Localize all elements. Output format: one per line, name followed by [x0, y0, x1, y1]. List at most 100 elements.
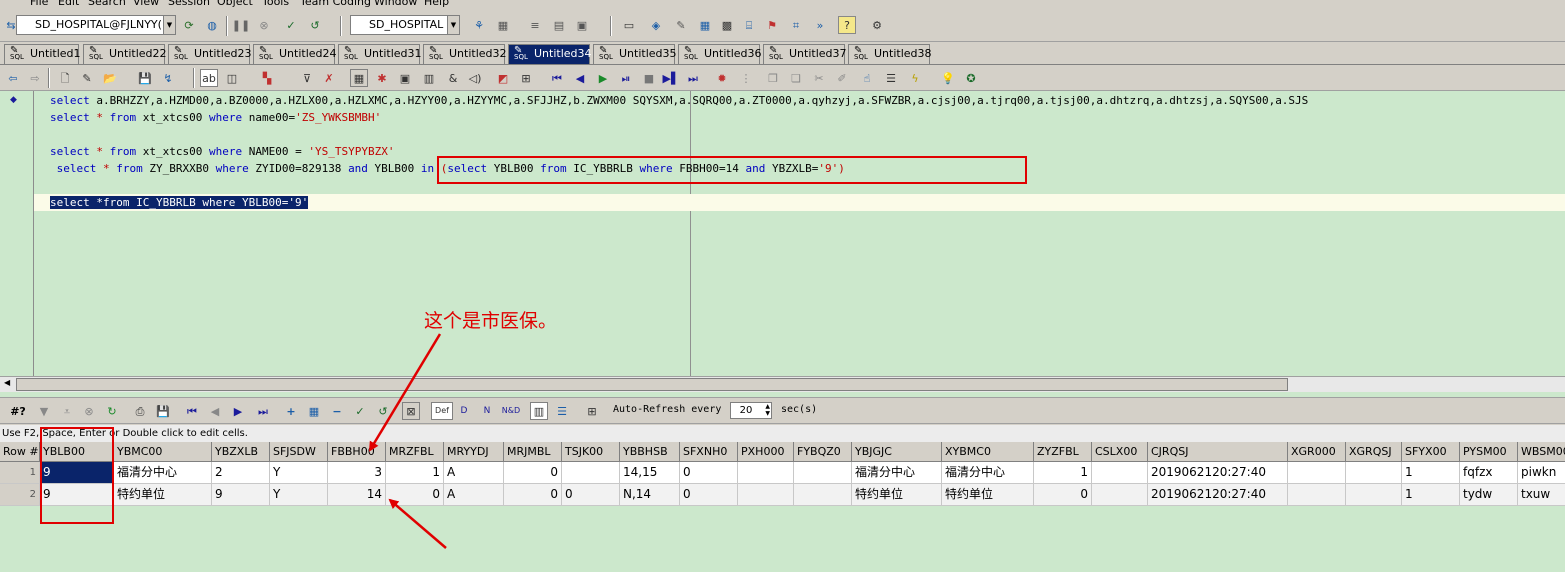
- table-icon[interactable]: ▤: [550, 16, 568, 34]
- grid-header-xybmc0[interactable]: XYBMC0: [942, 442, 1034, 462]
- chevron-down-icon[interactable]: ▼: [163, 16, 175, 34]
- grid-cell[interactable]: 特约单位: [942, 484, 1034, 506]
- pause-icon[interactable]: ❚❚: [232, 16, 250, 34]
- split-view-icon[interactable]: ◫: [223, 69, 241, 87]
- grid-cell[interactable]: 1: [1402, 462, 1460, 484]
- grid-cell[interactable]: [1092, 462, 1148, 484]
- grid-cell[interactable]: 0: [504, 484, 562, 506]
- grid-layout-icon[interactable]: ⊞: [517, 69, 535, 87]
- row-number[interactable]: 2: [0, 484, 40, 506]
- schema-browser-icon[interactable]: ◈: [647, 16, 665, 34]
- tab-untitled23[interactable]: ✎ SQL Untitled23: [168, 44, 252, 64]
- list-icon[interactable]: ☰: [882, 69, 900, 87]
- grid-cell[interactable]: Y: [270, 462, 328, 484]
- refresh-connection-icon[interactable]: ⟳: [180, 16, 198, 34]
- sound-icon[interactable]: ◁): [466, 69, 484, 87]
- tab-untitled34[interactable]: ✎ SQL Untitled34: [508, 44, 592, 64]
- grid-cell[interactable]: 2019062120:27:40: [1148, 462, 1288, 484]
- cancel-icon[interactable]: ⊗: [80, 402, 98, 420]
- network-icon[interactable]: ⚑: [763, 16, 781, 34]
- menu-help[interactable]: Help: [424, 0, 449, 8]
- output-icon[interactable]: ▥: [420, 69, 438, 87]
- grid-cell[interactable]: 0: [562, 484, 620, 506]
- first-icon[interactable]: ⏮: [548, 69, 566, 87]
- print-icon[interactable]: ⎙: [131, 402, 149, 420]
- tab-untitled37[interactable]: ✎ SQL Untitled37: [763, 44, 847, 64]
- menu-search[interactable]: Search: [88, 0, 126, 8]
- sql-icon[interactable]: ≡: [526, 16, 544, 34]
- menu-window[interactable]: Window: [374, 0, 417, 8]
- globe-icon[interactable]: ◍: [203, 16, 221, 34]
- clear-grid-icon[interactable]: ⊠: [402, 402, 420, 420]
- grid-cell[interactable]: 0: [504, 462, 562, 484]
- save-icon[interactable]: 💾: [154, 402, 172, 420]
- filter-icon[interactable]: ▼: [35, 402, 53, 420]
- schema-icon[interactable]: ⚘: [470, 16, 488, 34]
- row-number[interactable]: 1: [0, 462, 40, 484]
- sql-file-icon[interactable]: ⌸: [740, 16, 758, 34]
- grid-cell[interactable]: 福清分中心: [114, 462, 212, 484]
- last-record-icon[interactable]: ⏭: [254, 402, 272, 420]
- grid-cell[interactable]: 9: [212, 484, 270, 506]
- grid-view-icon[interactable]: ▥: [530, 402, 548, 420]
- grid-cell[interactable]: [794, 484, 852, 506]
- grid-header-pxh000[interactable]: PXH000: [738, 442, 794, 462]
- prev-icon[interactable]: ◀: [571, 69, 589, 87]
- tab-untitled1[interactable]: ✎ SQL Untitled1: [4, 44, 81, 64]
- ampersand-icon[interactable]: &: [444, 69, 462, 87]
- tab-untitled24[interactable]: ✎ SQL Untitled24: [253, 44, 337, 64]
- insert-record-icon[interactable]: +: [282, 402, 300, 420]
- next-record-icon[interactable]: ▶: [229, 402, 247, 420]
- query-builder-icon[interactable]: ▦: [494, 16, 512, 34]
- grid-cell[interactable]: fqfzx: [1460, 462, 1518, 484]
- describe-icon[interactable]: ▣: [396, 69, 414, 87]
- grid-cell[interactable]: 福清分中心: [852, 462, 942, 484]
- grid-cell[interactable]: 3: [328, 462, 386, 484]
- grid-header-ybzxlb[interactable]: YBZXLB: [212, 442, 270, 462]
- spinner-arrows-icon[interactable]: ▲ ▼: [765, 403, 770, 417]
- grid-cell[interactable]: 2: [212, 462, 270, 484]
- window-icon[interactable]: ▭: [620, 16, 638, 34]
- debug-icon[interactable]: ✹: [713, 69, 731, 87]
- post-edit-icon[interactable]: ✓: [351, 402, 369, 420]
- trace-icon[interactable]: ◩: [494, 69, 512, 87]
- cut-icon[interactable]: ✂: [810, 69, 828, 87]
- grid-cell[interactable]: 福清分中心: [942, 462, 1034, 484]
- breakpoint-icon[interactable]: ⋮: [737, 69, 755, 87]
- grid-cell[interactable]: 14,15: [620, 462, 680, 484]
- grid-header-fbbh00[interactable]: FBBH00: [328, 442, 386, 462]
- tab-untitled32[interactable]: ✎ SQL Untitled32: [423, 44, 507, 64]
- grid-cell[interactable]: 0: [386, 484, 444, 506]
- scroll-left-icon[interactable]: ◀: [4, 378, 10, 387]
- lightning-icon[interactable]: ϟ: [906, 69, 924, 87]
- fast-forward-icon[interactable]: »: [811, 16, 829, 34]
- tab-untitled36[interactable]: ✎ SQL Untitled36: [678, 44, 762, 64]
- grid-cell[interactable]: 特约单位: [114, 484, 212, 506]
- grid-cell[interactable]: tydw: [1460, 484, 1518, 506]
- commit-icon[interactable]: ✓: [282, 16, 300, 34]
- grid-header-sfxnh0[interactable]: SFXNH0: [680, 442, 738, 462]
- menu-edit[interactable]: Edit: [58, 0, 79, 8]
- grid-cell[interactable]: A: [444, 484, 504, 506]
- columns-icon[interactable]: ⊞: [583, 402, 601, 420]
- grid-cell[interactable]: 1: [1034, 462, 1092, 484]
- grid-cell[interactable]: 0: [1034, 484, 1092, 506]
- tab-untitled31[interactable]: ✎ SQL Untitled31: [338, 44, 422, 64]
- grid-cell[interactable]: 特约单位: [852, 484, 942, 506]
- grid-icon[interactable]: ▦: [696, 16, 714, 34]
- auto-refresh-spinner[interactable]: 20 ▲ ▼: [730, 402, 772, 419]
- edit-icon[interactable]: ✐: [833, 69, 851, 87]
- stop-square-icon[interactable]: ■: [640, 69, 658, 87]
- lightbulb-icon[interactable]: 💡: [939, 69, 957, 87]
- new-file-icon[interactable]: 🗋: [56, 69, 74, 87]
- grid-cell[interactable]: [1346, 484, 1402, 506]
- sql-editor[interactable]: ◆ select a.BRHZZY,a.HZMD00,a.BZ0000,a.HZ…: [0, 91, 1565, 376]
- first-record-icon[interactable]: ⏮: [183, 402, 201, 420]
- save-icon[interactable]: 💾: [136, 69, 154, 87]
- grid-cell[interactable]: [794, 462, 852, 484]
- grid-header-pysm00[interactable]: PYSM00: [1460, 442, 1518, 462]
- grid-cell[interactable]: 14: [328, 484, 386, 506]
- menu-session[interactable]: Session: [168, 0, 210, 8]
- grid-cell[interactable]: A: [444, 462, 504, 484]
- grid-cell[interactable]: txuw: [1518, 484, 1565, 506]
